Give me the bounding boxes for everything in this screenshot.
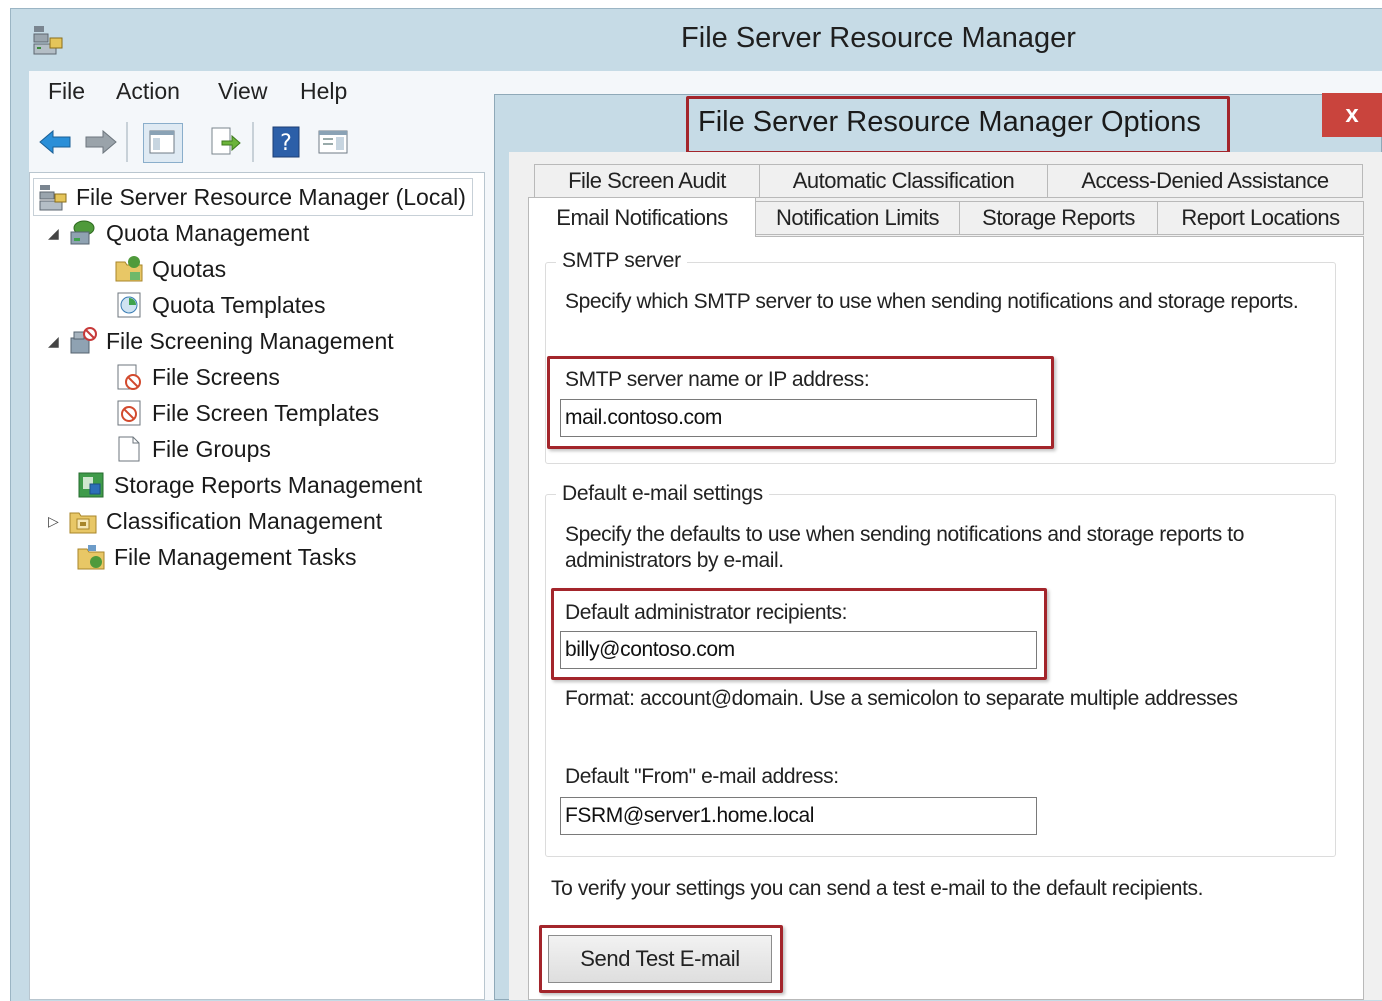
toolbar-separator	[252, 122, 254, 162]
main-window-title: File Server Resource Manager	[681, 22, 1076, 54]
tree-item-quota-templates[interactable]: Quota Templates	[114, 288, 325, 322]
toolbar-separator	[126, 122, 128, 162]
expanded-arrow-icon[interactable]: ◢	[48, 333, 68, 350]
dialog-title-highlight	[686, 96, 1230, 154]
quota-management-icon	[68, 218, 98, 248]
storage-reports-icon	[76, 470, 106, 500]
tree-item-storage-reports-management[interactable]: Storage Reports Management	[76, 468, 422, 502]
tree-item-label: Quotas	[152, 255, 227, 282]
tree-item-classification-management[interactable]: ▷ Classification Management	[48, 504, 382, 538]
collapsed-arrow-icon[interactable]: ▷	[48, 513, 68, 530]
file-groups-icon	[114, 434, 144, 464]
tree-item-label: File Groups	[152, 435, 271, 462]
expanded-arrow-icon[interactable]: ◢	[48, 225, 68, 242]
smtp-description: Specify which SMTP server to use when se…	[565, 290, 1299, 313]
tree-item-quota-management[interactable]: ◢ Quota Management	[48, 216, 309, 250]
tree-item-label: File Screening Management	[106, 327, 394, 354]
smtp-server-input[interactable]: mail.contoso.com	[560, 399, 1037, 437]
smtp-group-label: SMTP server	[556, 249, 687, 273]
default-email-group-label: Default e-mail settings	[556, 482, 769, 506]
recipients-label: Default administrator recipients:	[565, 601, 848, 624]
export-list-icon[interactable]	[206, 123, 244, 161]
tree-root-label: File Server Resource Manager (Local)	[76, 183, 466, 210]
quota-templates-icon	[114, 290, 144, 320]
tree-item-label: File Management Tasks	[114, 543, 357, 570]
send-test-email-button[interactable]: Send Test E-mail	[548, 935, 772, 983]
menu-help[interactable]: Help	[300, 78, 347, 105]
tab-notification-limits[interactable]: Notification Limits	[755, 201, 960, 235]
file-management-tasks-icon	[76, 542, 106, 572]
tree-item-label: Quota Management	[106, 219, 310, 246]
tab-email-notifications[interactable]: Email Notifications	[528, 197, 756, 237]
from-address-label: Default "From" e-mail address:	[565, 765, 839, 788]
menu-action[interactable]: Action	[116, 78, 180, 105]
tree-item-file-management-tasks[interactable]: File Management Tasks	[76, 540, 356, 574]
tab-report-locations[interactable]: Report Locations	[1157, 201, 1364, 235]
dialog-close-button[interactable]: x	[1322, 93, 1382, 137]
tree-item-file-groups[interactable]: File Groups	[114, 432, 271, 466]
tab-access-denied-assistance[interactable]: Access-Denied Assistance	[1047, 164, 1363, 198]
tree-item-label: Quota Templates	[152, 291, 326, 318]
default-email-description: Specify the defaults to use when sending…	[565, 523, 1244, 572]
tree-item-label: Storage Reports Management	[114, 471, 423, 498]
menu-file[interactable]: File	[48, 78, 85, 105]
fsrm-server-icon	[38, 182, 68, 212]
help-icon[interactable]: ?	[268, 123, 306, 161]
tree-item-label: File Screens	[152, 363, 280, 390]
format-hint: Format: account@domain. Use a semicolon …	[565, 687, 1238, 710]
show-hide-console-tree-icon[interactable]	[143, 123, 183, 163]
forward-arrow-icon[interactable]	[82, 123, 120, 161]
menu-view[interactable]: View	[218, 78, 267, 105]
tree-item-file-screen-templates[interactable]: File Screen Templates	[114, 396, 379, 430]
svg-text:?: ?	[280, 131, 292, 156]
action-pane-icon[interactable]	[314, 123, 352, 161]
tree-item-quotas[interactable]: Quotas	[114, 252, 226, 286]
tab-storage-reports[interactable]: Storage Reports	[959, 201, 1158, 235]
quotas-folder-icon	[114, 254, 144, 284]
smtp-field-label: SMTP server name or IP address:	[565, 368, 870, 391]
verify-settings-text: To verify your settings you can send a t…	[551, 877, 1204, 900]
file-screens-icon	[114, 362, 144, 392]
tree-item-label: Classification Management	[106, 507, 383, 534]
tab-automatic-classification[interactable]: Automatic Classification	[759, 164, 1048, 198]
tree-item-file-screening-management[interactable]: ◢ File Screening Management	[48, 324, 394, 358]
from-address-input[interactable]: FSRM@server1.home.local	[560, 797, 1037, 835]
classification-icon	[68, 506, 98, 536]
recipients-input[interactable]: billy@contoso.com	[560, 631, 1037, 669]
tree-item-file-screens[interactable]: File Screens	[114, 360, 280, 394]
tab-file-screen-audit[interactable]: File Screen Audit	[534, 164, 760, 198]
file-screening-icon	[68, 326, 98, 356]
tree-item-fsrm-root[interactable]: File Server Resource Manager (Local)	[38, 180, 466, 214]
back-arrow-icon[interactable]	[36, 123, 74, 161]
file-screen-templates-icon	[114, 398, 144, 428]
tree-item-label: File Screen Templates	[152, 399, 380, 426]
